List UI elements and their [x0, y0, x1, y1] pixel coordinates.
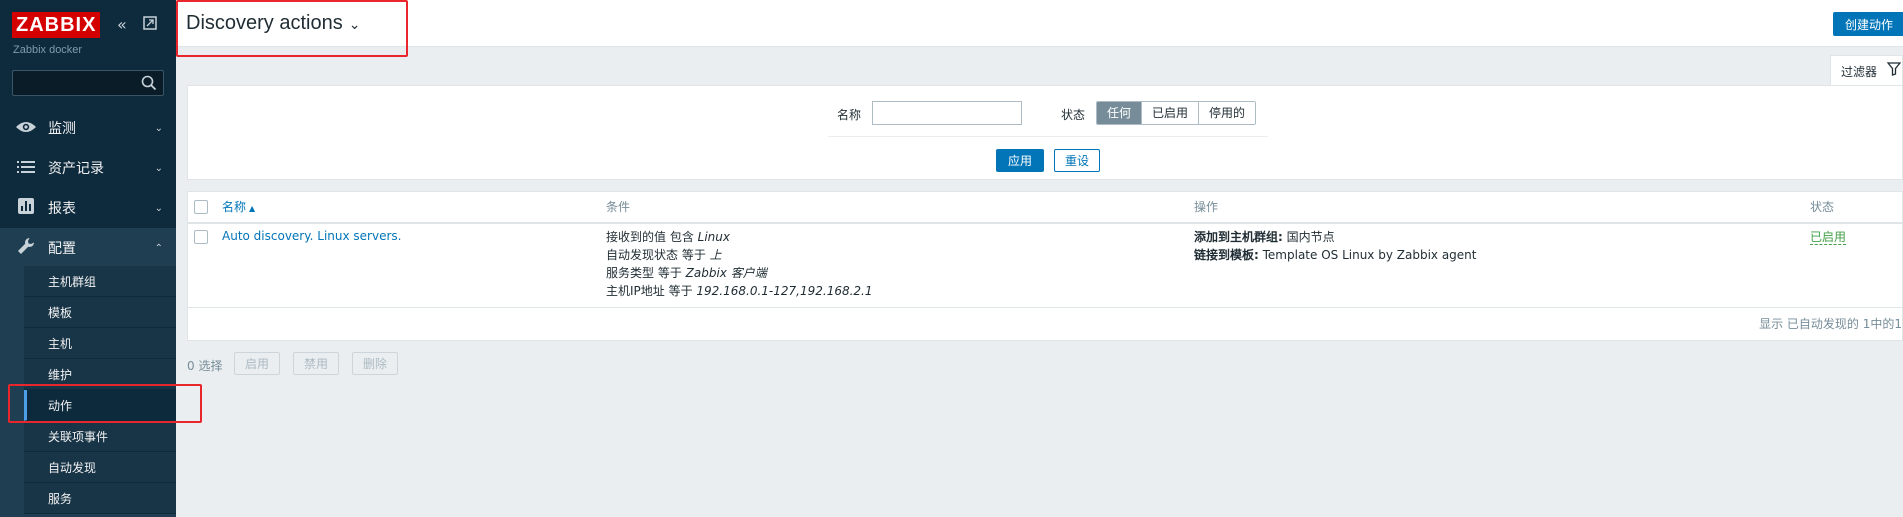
menu-label: 监测 [48, 121, 76, 137]
operation-line: 链接到模板: Template OS Linux by Zabbix agent [1194, 248, 1477, 262]
reset-button[interactable]: 重设 [1054, 149, 1101, 172]
table-row-conditions: 接收到的值 包含 Linux 自动发现状态 等于 上 服务类型 等于 Zabbi… [606, 228, 873, 300]
menu-item-inventory[interactable]: 资产记录 ⌄ [0, 148, 176, 188]
filter-tab-label: 过滤器 [1841, 64, 1878, 79]
condition-line: 主机IP地址 等于 192.168.0.1-127,192.168.2.1 [606, 284, 873, 298]
status-option-any[interactable]: 任何 [1097, 102, 1142, 124]
menu-label: 资产记录 [48, 161, 104, 177]
row-checkbox[interactable] [194, 230, 208, 244]
submenu-item-discovery[interactable]: 自动发现 [24, 452, 176, 483]
sort-asc-icon: ▲ [249, 204, 256, 213]
status-enabled-link[interactable]: 已启用 [1810, 230, 1847, 245]
list-icon [13, 158, 39, 179]
status-segmented-control: 任何 已启用 停用的 [1096, 101, 1257, 125]
collapse-sidebar-icon[interactable]: « [117, 15, 127, 34]
status-option-disabled[interactable]: 停用的 [1198, 102, 1256, 124]
filter-status-label: 状态 [1061, 108, 1086, 122]
create-action-button[interactable]: 创建动作 [1832, 12, 1903, 36]
search-icon[interactable] [139, 73, 159, 93]
menu-item-configuration[interactable]: 配置 ⌃ [0, 228, 176, 268]
sidebar: ZABBIX « Zabbix docker 监测 ⌄ 资产记录 ⌄ 报表 ⌄ [0, 0, 176, 517]
submenu-item-actions[interactable]: 动作 [24, 390, 176, 421]
condition-line: 服务类型 等于 Zabbix 客户端 [606, 266, 767, 280]
chevron-down-icon: ⌄ [154, 202, 163, 214]
page-header: Discovery actions ⌄ 创建动作 [176, 0, 1903, 47]
submenu-item-hosts[interactable]: 主机 [24, 328, 176, 359]
actions-table: 名称 ▲ 条件 操作 状态 Auto discovery. Linux serve… [187, 191, 1903, 341]
selected-count: 0 选择 [187, 359, 223, 373]
submenu-item-services[interactable]: 服务 [24, 483, 176, 514]
select-all-checkbox[interactable] [194, 200, 208, 214]
operation-line: 添加到主机群组: 国内节点 [1194, 230, 1335, 244]
menu-label: 配置 [48, 241, 76, 257]
page-title: Discovery actions [186, 12, 343, 34]
action-name-link[interactable]: Auto discovery. Linux servers. [222, 229, 401, 243]
column-header-operations: 操作 [1194, 200, 1219, 214]
column-header-status: 状态 [1810, 200, 1835, 214]
page-title-dropdown[interactable]: Discovery actions ⌄ [186, 12, 360, 35]
chevron-up-icon: ⌃ [154, 242, 163, 254]
status-option-enabled[interactable]: 已启用 [1141, 102, 1199, 124]
condition-line: 自动发现状态 等于 上 [606, 248, 722, 262]
bulk-disable-button[interactable]: 禁用 [293, 352, 340, 375]
submenu-item-templates[interactable]: 模板 [24, 297, 176, 328]
configuration-submenu: 主机群组 模板 主机 维护 动作 关联项事件 自动发现 服务 [0, 266, 176, 517]
table-footer-count: 显示 已自动发现的 1中的1 [1759, 317, 1902, 331]
sidebar-search [12, 70, 164, 96]
menu-item-monitoring[interactable]: 监测 ⌄ [0, 108, 176, 148]
column-header-name[interactable]: 名称 ▲ [222, 192, 255, 222]
menu-label: 报表 [48, 201, 76, 217]
chevron-down-icon: ⌄ [348, 16, 361, 32]
filter-panel: 名称 状态 任何 已启用 停用的 应用 重设 [187, 85, 1903, 180]
eye-icon [13, 118, 39, 139]
filter-tab[interactable]: 过滤器 [1830, 55, 1903, 86]
filter-icon [1886, 62, 1902, 80]
table-row-status: 已启用 [1810, 228, 1847, 246]
submenu-item-event-correlation[interactable]: 关联项事件 [24, 421, 176, 452]
bar-chart-icon [13, 197, 39, 219]
chevron-down-icon: ⌄ [154, 162, 163, 174]
sidebar-search-input[interactable] [13, 71, 133, 95]
apply-button[interactable]: 应用 [996, 149, 1045, 172]
wrench-icon [13, 237, 39, 260]
table-row-operations: 添加到主机群组: 国内节点 链接到模板: Template OS Linux b… [1194, 228, 1476, 264]
submenu-item-maintenance[interactable]: 维护 [24, 359, 176, 390]
bulk-delete-button[interactable]: 删除 [352, 352, 399, 375]
server-name: Zabbix docker [13, 44, 83, 56]
filter-name-label: 名称 [837, 108, 862, 122]
logo-row: ZABBIX [12, 12, 101, 38]
kiosk-mode-icon[interactable] [143, 15, 157, 34]
table-row-name: Auto discovery. Linux servers. [222, 227, 401, 245]
bulk-enable-button[interactable]: 启用 [234, 352, 281, 375]
filter-divider [828, 136, 1268, 137]
row-divider [188, 307, 1903, 308]
column-header-conditions: 条件 [606, 200, 631, 214]
chevron-down-icon: ⌄ [154, 122, 163, 134]
submenu-item-host-groups[interactable]: 主机群组 [24, 266, 176, 297]
header-divider [188, 222, 1903, 224]
zabbix-logo[interactable]: ZABBIX [12, 12, 101, 38]
condition-line: 接收到的值 包含 Linux [606, 230, 730, 244]
menu-item-reports[interactable]: 报表 ⌄ [0, 188, 176, 228]
filter-name-input[interactable] [872, 101, 1022, 125]
